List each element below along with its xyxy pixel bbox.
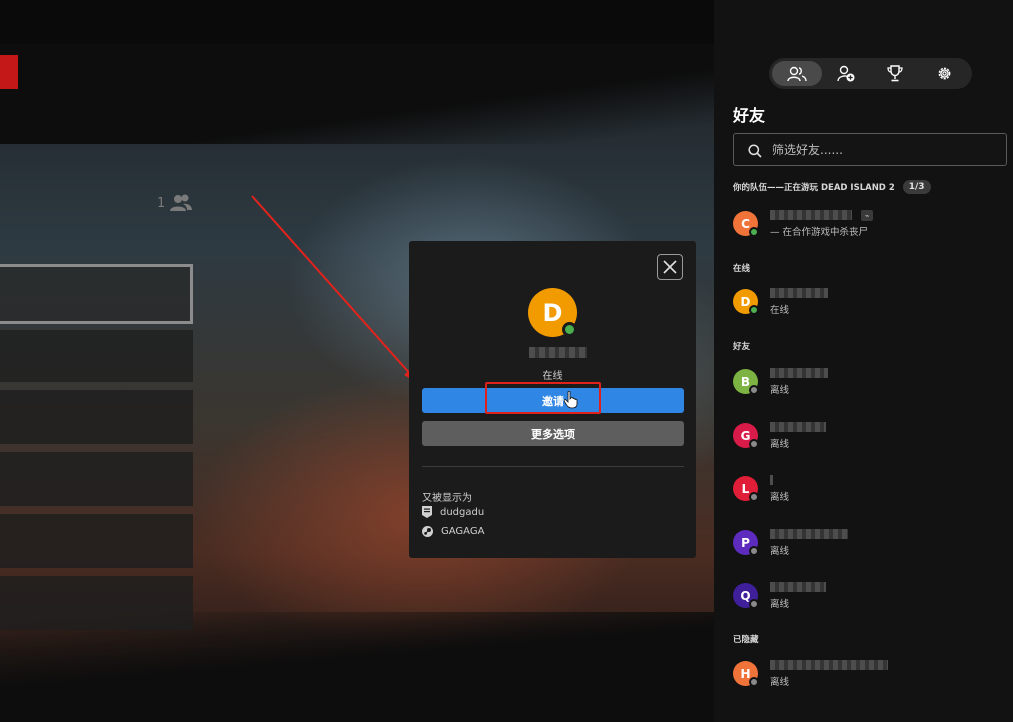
blurred-username (770, 422, 826, 432)
friend-status: 离线 (770, 546, 790, 557)
tab-friends[interactable] (772, 61, 822, 86)
epic-icon (422, 506, 432, 518)
section-title: 你的队伍——正在游玩 DEAD ISLAND 2 (733, 183, 895, 193)
friends-panel: 好友 你的队伍——正在游玩 DEAD ISLAND 2 1/3 C ⌁ — 在合… (714, 44, 1013, 722)
friend-row[interactable]: L 离线 (733, 471, 1003, 507)
linked-account-steam: GAGAGA (422, 524, 484, 538)
friend-row[interactable]: P 离线 (733, 525, 1003, 561)
party-count: 1 (157, 196, 166, 211)
more-options-button[interactable]: 更多选项 (422, 421, 684, 446)
blurred-username (770, 475, 773, 485)
friend-row[interactable]: G 离线 (733, 418, 1003, 454)
friend-status: 离线 (770, 677, 790, 688)
hand-cursor-icon (564, 391, 578, 409)
section-title: 在线 (733, 264, 751, 274)
section-title: 已隐藏 (733, 635, 759, 645)
search-icon (748, 144, 762, 158)
close-button[interactable] (657, 254, 683, 280)
presence-status: 在线 (542, 371, 563, 382)
presence-dot (749, 439, 759, 449)
friend-row[interactable]: C ⌁ — 在合作游戏中杀丧尸 (733, 206, 1003, 242)
friend-row[interactable]: D 在线 (733, 284, 1003, 320)
section-header-online: 在线 (733, 262, 750, 274)
account-name: dudgadu (440, 506, 485, 518)
presence-dot (749, 599, 759, 609)
add-friend-icon (837, 65, 855, 82)
game-menu-slot[interactable] (0, 452, 193, 506)
blurred-username (770, 660, 888, 670)
game-menu-slot[interactable] (0, 390, 193, 444)
grunge-overlay-top (0, 44, 714, 144)
friend-status: 离线 (770, 439, 790, 450)
section-header-friends: 好友 (733, 340, 750, 352)
also-shown-as-label: 又被显示为 (422, 493, 472, 504)
tab-settings[interactable] (919, 61, 969, 86)
blurred-username (770, 368, 828, 378)
section-header-party: 你的队伍——正在游玩 DEAD ISLAND 2 1/3 (733, 180, 931, 194)
account-name: GAGAGA (441, 525, 485, 537)
presence-dot (749, 677, 759, 687)
steam-icon (422, 525, 433, 537)
search-input[interactable] (772, 140, 992, 160)
trophy-icon (887, 65, 903, 82)
presence-dot (749, 546, 759, 556)
annotation-highlight-box (485, 382, 601, 414)
presence-dot (749, 385, 759, 395)
platform-badge-icon: ⌁ (861, 210, 873, 221)
close-icon (663, 260, 677, 274)
friends-icon (787, 66, 807, 81)
presence-dot (749, 492, 759, 502)
screen: 1 D 在线 邀请 更多选项 又被显示为 dudgadu GAGAGA 好友 筛… (0, 0, 1013, 722)
panel-tab-bar (769, 58, 972, 89)
game-red-tag (0, 55, 18, 89)
friend-status: 离线 (770, 492, 790, 503)
section-title: 好友 (733, 342, 751, 352)
friend-status: 离线 (770, 385, 790, 396)
tab-add-friend[interactable] (821, 61, 871, 86)
friend-status: 离线 (770, 599, 790, 610)
panel-top-strip (714, 0, 1013, 44)
blurred-username (770, 210, 852, 220)
blurred-username (529, 347, 587, 358)
party-members-icon (170, 194, 192, 211)
blurred-username (770, 288, 828, 298)
friend-profile-popup: D 在线 邀请 更多选项 又被显示为 dudgadu GAGAGA (409, 241, 696, 558)
friend-row[interactable]: Q 离线 (733, 578, 1003, 614)
party-size-badge: 1/3 (902, 180, 931, 194)
friend-filter-search[interactable] (733, 133, 1007, 166)
game-menu-slot[interactable] (0, 576, 193, 630)
friend-status: — 在合作游戏中杀丧尸 (770, 227, 869, 238)
friend-row[interactable]: B 离线 (733, 364, 1003, 400)
page-title: 好友 (733, 106, 766, 125)
divider (422, 466, 684, 467)
blurred-username (770, 582, 826, 592)
presence-dot (749, 227, 759, 237)
tab-achievements[interactable] (870, 61, 920, 86)
game-menu-slot[interactable] (0, 514, 193, 568)
section-header-hidden: 已隐藏 (733, 633, 759, 645)
presence-dot (749, 305, 759, 315)
blurred-username (770, 529, 848, 539)
friend-status: 在线 (770, 305, 790, 316)
friend-row[interactable]: H 离线 (733, 656, 1003, 692)
linked-account-epic: dudgadu (422, 505, 484, 519)
settings-gear-icon (938, 67, 950, 80)
game-menu-slot[interactable] (0, 330, 193, 382)
game-menu-slot[interactable] (0, 264, 193, 324)
online-status-dot (562, 322, 577, 337)
